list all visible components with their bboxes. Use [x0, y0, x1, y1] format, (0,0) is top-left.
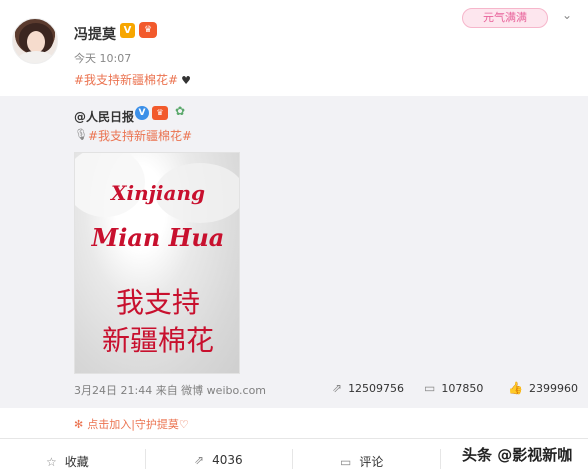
poster-title-zh-1: 我支持 — [115, 286, 200, 319]
comment-icon: ▭ — [424, 381, 436, 395]
avatar-body — [17, 51, 55, 63]
repost-icon: ⇗ — [194, 453, 205, 467]
star-icon: ☆ — [46, 455, 57, 469]
original-like-count[interactable]: 👍 2399960 — [508, 381, 578, 395]
poster-title-zh-2: 新疆棉花 — [101, 324, 214, 357]
original-comment-count[interactable]: ▭ 107850 — [424, 381, 483, 395]
poster-image[interactable]: Xinjiang Mian Hua 我支持 新疆棉花 — [74, 152, 240, 374]
repost-button[interactable]: ⇗ 4036 — [194, 453, 243, 467]
post-time[interactable]: 今天 10:07 — [74, 50, 131, 66]
original-topic-link[interactable]: #我支持新疆棉花# — [88, 127, 192, 144]
post-text: #我支持新疆棉花# ♥ — [74, 71, 191, 88]
flower-icon: ✻ — [74, 418, 84, 431]
microphone-icon: 🎙 — [74, 128, 88, 141]
poster-title-en-2: Mian Hua — [91, 223, 225, 252]
verified-icon: V — [135, 106, 149, 120]
card-sticker[interactable]: 元气满满 — [462, 8, 548, 28]
poster-title-en-1: Xinjiang — [111, 181, 205, 205]
topic-link[interactable]: #我支持新疆棉花# — [74, 73, 178, 87]
divider — [145, 449, 146, 469]
avatar-face — [27, 31, 45, 53]
original-author-link[interactable]: @人民日报 — [74, 108, 134, 125]
guard-link[interactable]: ✻ 点击加入|守护提莫♡ — [74, 416, 189, 432]
crown-icon: ♛ — [152, 106, 168, 120]
original-repost-count[interactable]: ⇗ 12509756 — [332, 381, 404, 395]
divider — [440, 449, 441, 469]
divider — [292, 449, 293, 469]
comment-icon: ▭ — [340, 455, 352, 469]
chevron-down-icon[interactable]: ⌄ — [562, 8, 572, 22]
comment-button[interactable]: ▭ 评论 — [340, 453, 383, 470]
vip-icon[interactable]: V — [120, 23, 135, 38]
favorite-button[interactable]: ☆ 收藏 — [46, 453, 89, 470]
like-icon: 👍 — [508, 381, 523, 395]
plant-icon: ✿ — [174, 104, 186, 118]
crown-icon[interactable]: ♛ — [139, 22, 157, 38]
author-name[interactable]: 冯提莫 — [74, 24, 116, 44]
watermark: 头条 @影视新咖 — [462, 446, 573, 464]
heart-icon: ♥ — [181, 74, 191, 87]
repost-icon: ⇗ — [332, 381, 343, 395]
author-avatar[interactable] — [12, 18, 58, 64]
original-meta[interactable]: 3月24日 21:44 来自 微博 weibo.com — [74, 382, 266, 398]
